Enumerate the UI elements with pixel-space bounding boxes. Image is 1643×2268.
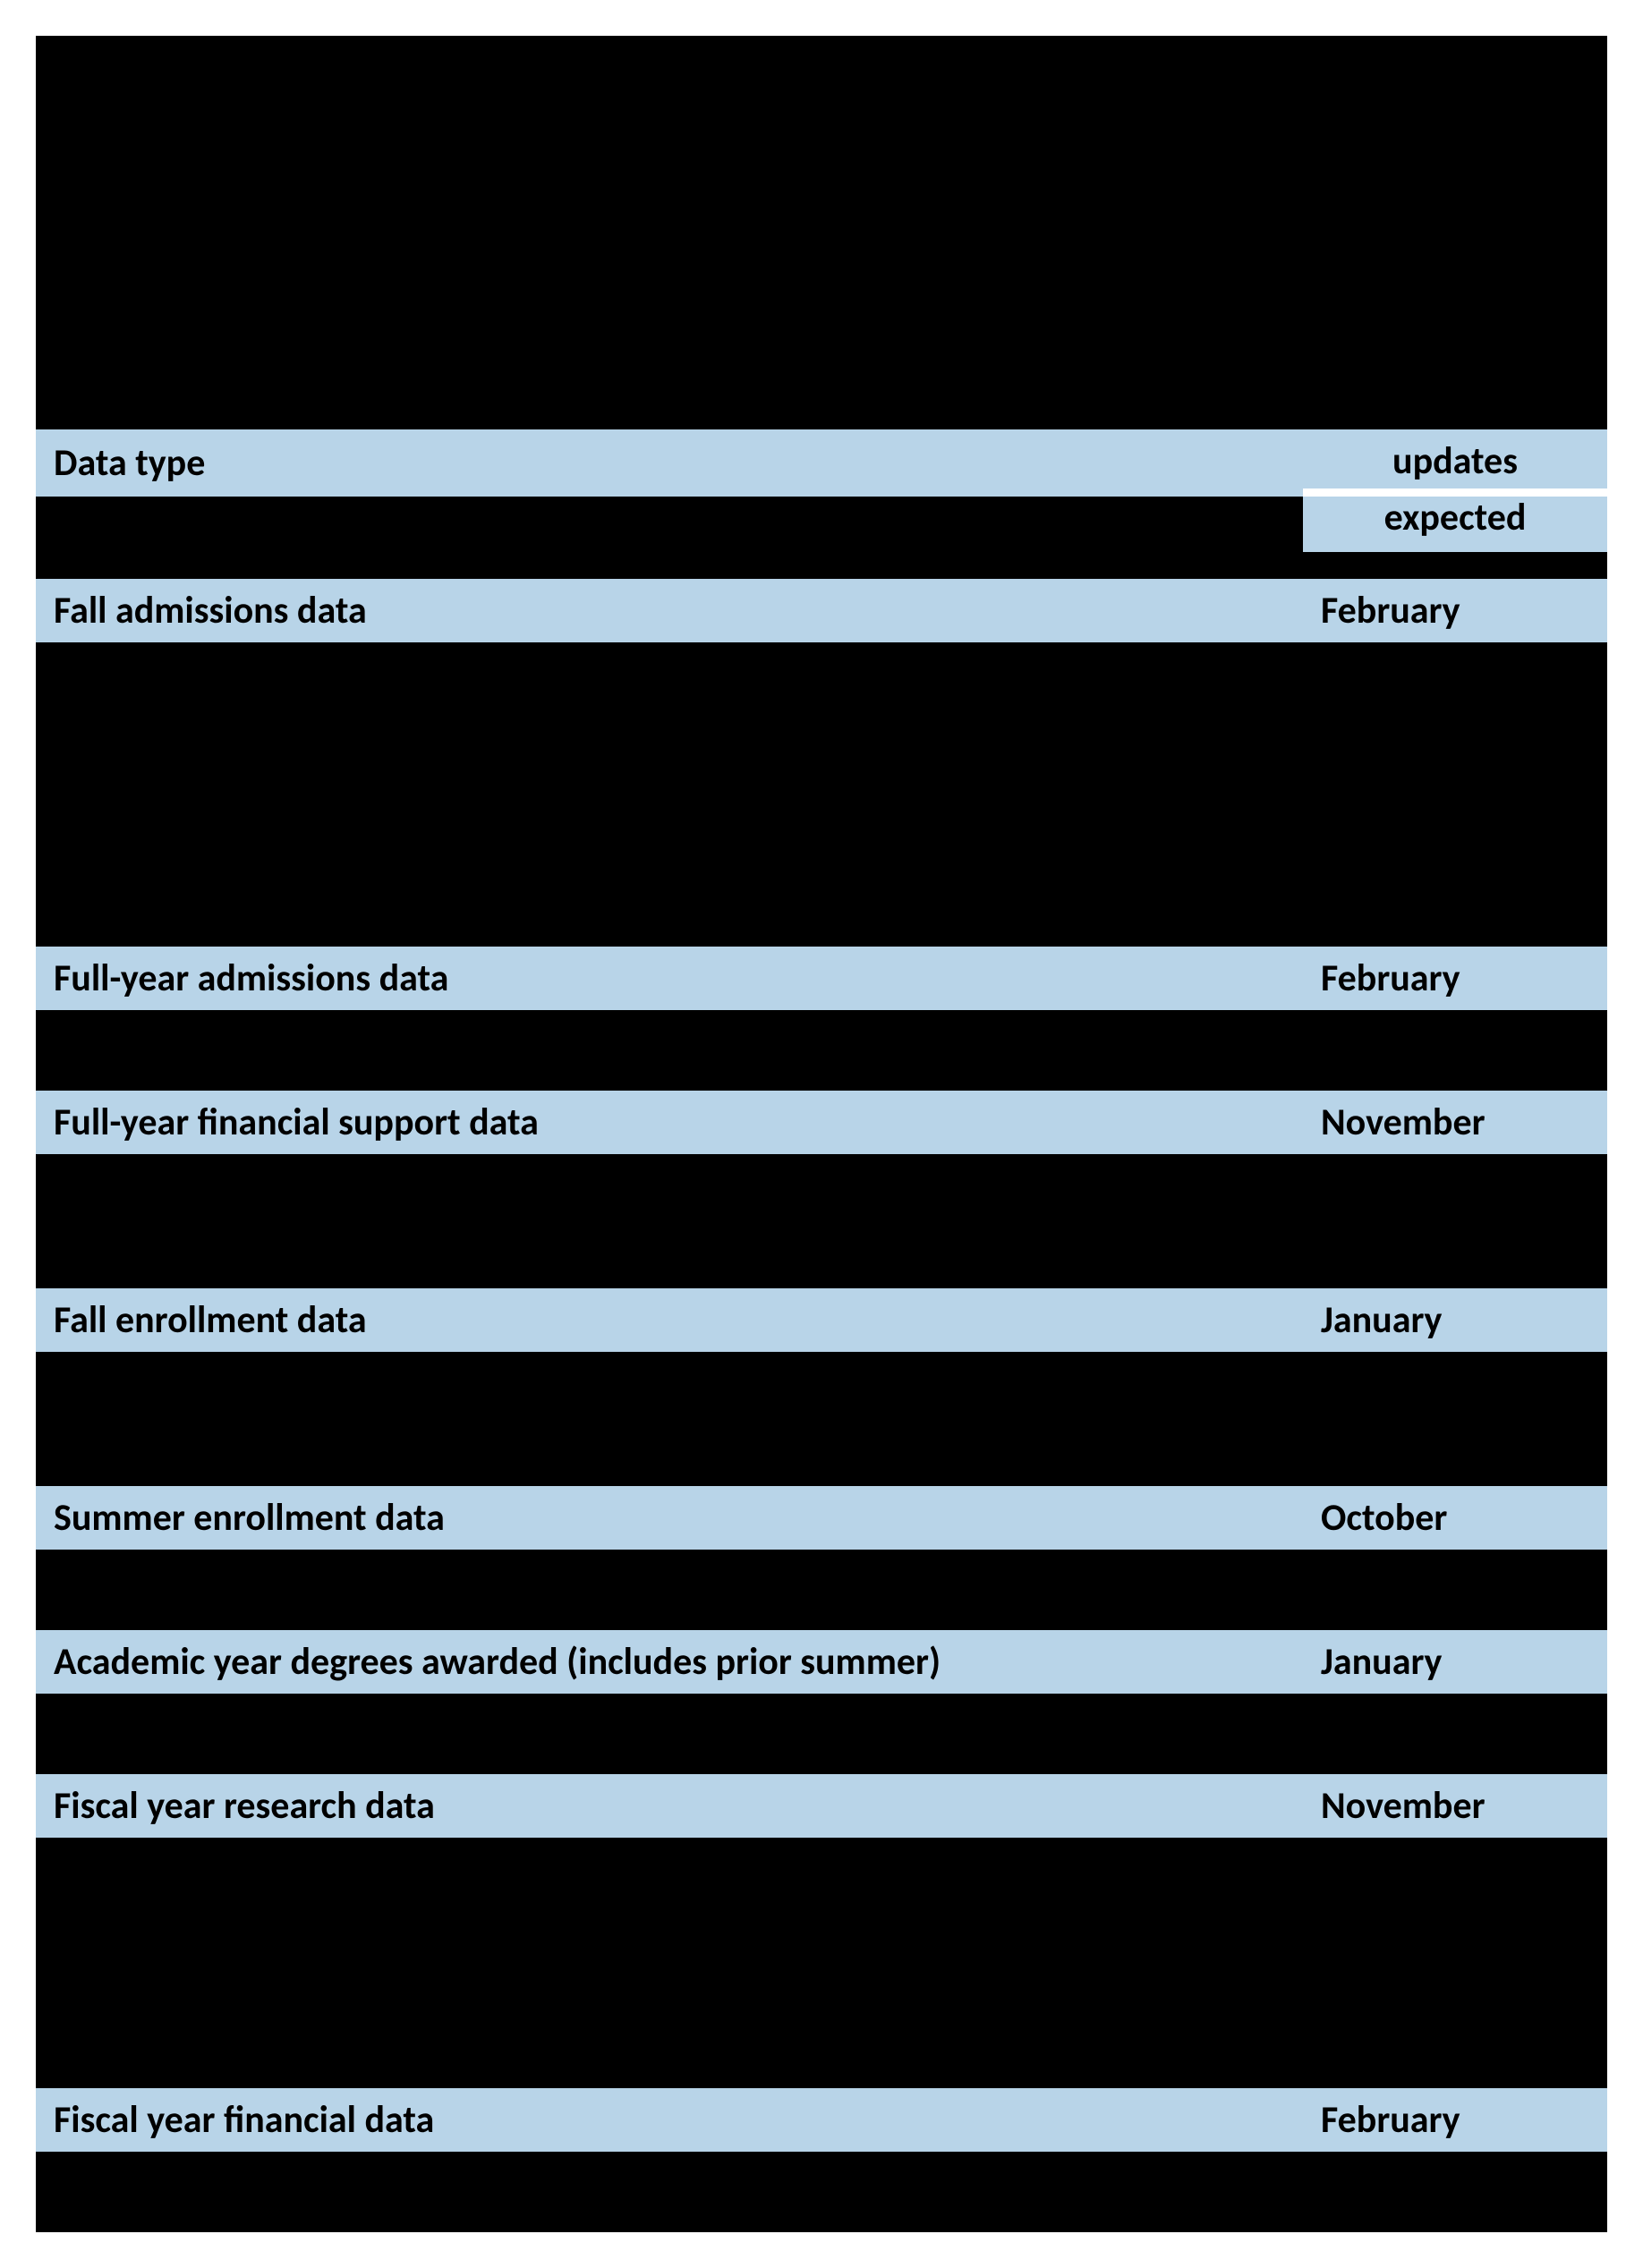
section-label: Full-year financial support data xyxy=(36,1091,1303,1154)
section-row: Full-year financial support dataNovember xyxy=(36,1091,1607,1154)
divider-block xyxy=(36,552,1607,579)
section-update: February xyxy=(1303,2088,1607,2152)
section-label: Fall admissions data xyxy=(36,579,1303,642)
section-row: Academic year degrees awarded (includes … xyxy=(36,1630,1607,1694)
redacted-block xyxy=(36,642,1607,947)
section-label: Academic year degrees awarded (includes … xyxy=(36,1630,1303,1694)
header-updates-line2: expected xyxy=(1303,497,1607,552)
section-label: Full-year admissions data xyxy=(36,947,1303,1010)
section-row: Summer enrollment dataOctober xyxy=(36,1486,1607,1550)
section-label: Fiscal year research data xyxy=(36,1774,1303,1838)
section-label: Summer enrollment data xyxy=(36,1486,1303,1550)
redacted-block xyxy=(36,2152,1607,2232)
header-data-type: Data type xyxy=(36,429,1303,497)
section-update: November xyxy=(1303,1774,1607,1838)
section-update: October xyxy=(1303,1486,1607,1550)
section-row: Full-year admissions dataFebruary xyxy=(36,947,1607,1010)
section-row: Fiscal year financial dataFebruary xyxy=(36,2088,1607,2152)
section-label: Fall enrollment data xyxy=(36,1288,1303,1352)
section-row: Fiscal year research dataNovember xyxy=(36,1774,1607,1838)
header-updates-line1: updates xyxy=(1303,429,1607,488)
table-header-row-2: expected xyxy=(36,497,1607,552)
section-label: Fiscal year financial data xyxy=(36,2088,1303,2152)
page-container: Data type updates expected Fall admissio… xyxy=(0,0,1643,2268)
redacted-block xyxy=(36,1352,1607,1486)
redacted-block xyxy=(36,1154,1607,1288)
redacted-block xyxy=(36,1010,1607,1091)
section-update: February xyxy=(1303,947,1607,1010)
redacted-block xyxy=(36,1838,1607,2088)
section-row: Fall enrollment dataJanuary xyxy=(36,1288,1607,1352)
top-redacted-block xyxy=(36,36,1607,429)
section-update: November xyxy=(1303,1091,1607,1154)
section-update: February xyxy=(1303,579,1607,642)
sections-container: Fall admissions dataFebruaryFull-year ad… xyxy=(36,579,1607,2232)
table-header-row: Data type updates xyxy=(36,429,1607,497)
section-update: January xyxy=(1303,1288,1607,1352)
section-update: January xyxy=(1303,1630,1607,1694)
section-row: Fall admissions dataFebruary xyxy=(36,579,1607,642)
header-redacted-left xyxy=(36,497,1303,552)
redacted-block xyxy=(36,1694,1607,1774)
redacted-block xyxy=(36,1550,1607,1630)
